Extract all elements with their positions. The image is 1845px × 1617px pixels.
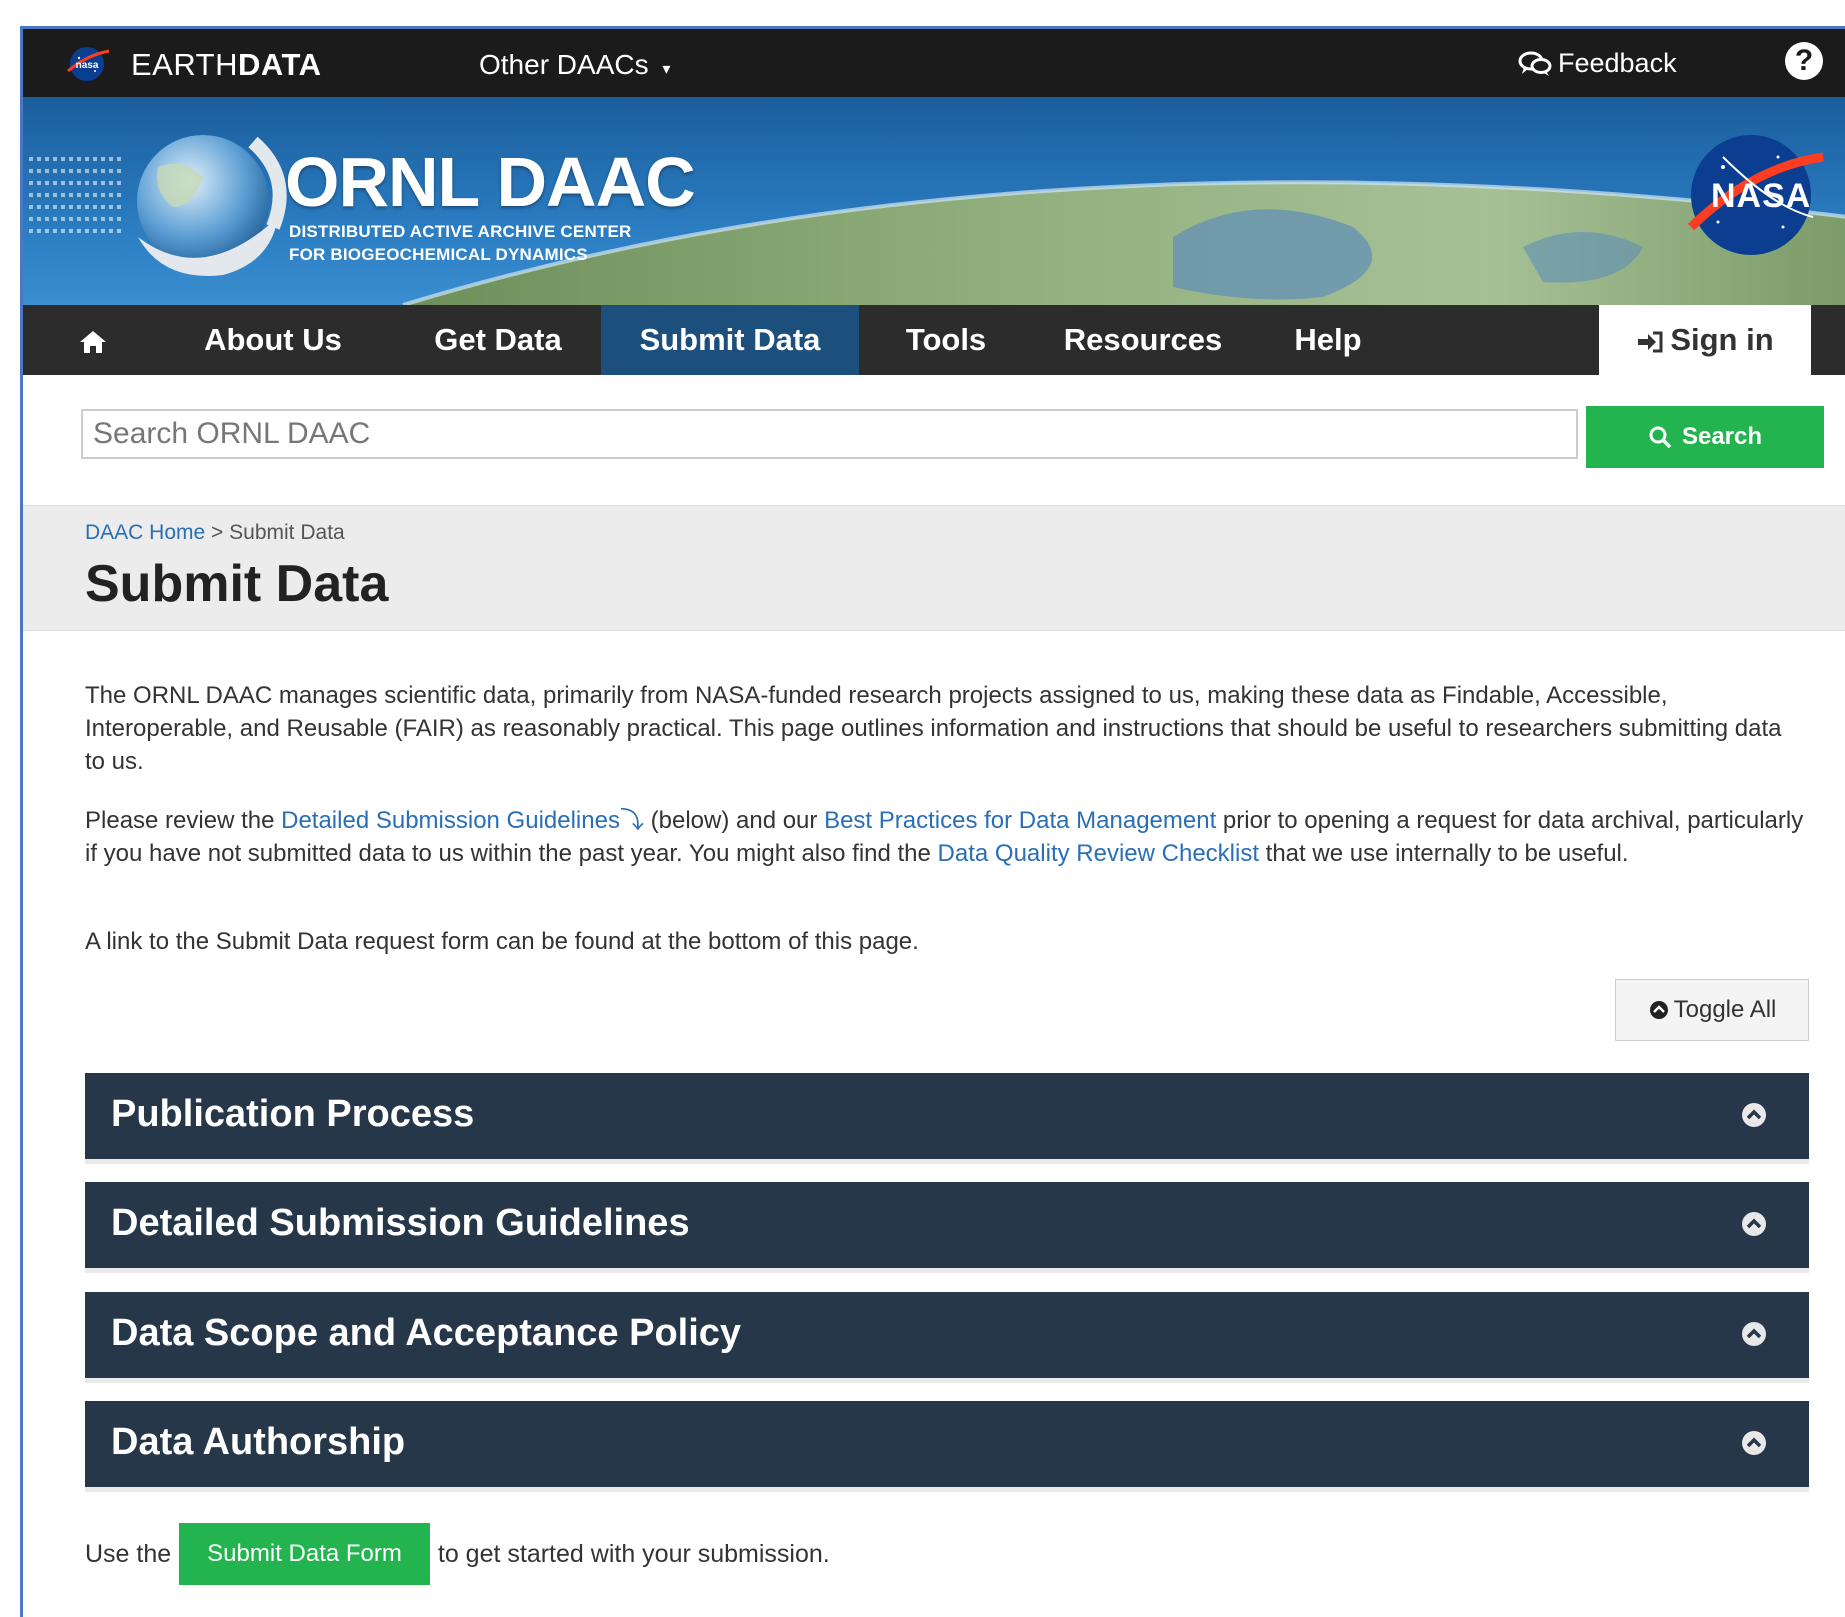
sign-in-button[interactable]: Sign in [1599,305,1811,375]
search-button[interactable]: Search [1586,406,1824,468]
p2-text-b: (below) and our [643,807,825,834]
nav-home[interactable] [63,305,123,375]
ornl-daac-banner: NASA ORNL DAAC DISTRIBUTED ACTIVE ARCHIV… [23,97,1845,305]
p2-text-d: that we use internally to be useful. [1259,840,1629,867]
brand-light: EARTH [131,47,239,82]
nav-tools[interactable]: Tools [891,305,1001,375]
sign-in-label: Sign in [1670,322,1774,357]
accordion-label: Detailed Submission Guidelines [111,1202,690,1244]
form-note-paragraph: A link to the Submit Data request form c… [85,928,919,955]
search-input[interactable] [81,409,1578,459]
help-icon[interactable]: ? [1785,42,1823,80]
chevron-up-circle-icon [1742,1212,1766,1236]
chevron-up-circle-icon [1742,1322,1766,1346]
intro-paragraph: The ORNL DAAC manages scientific data, p… [85,682,1782,775]
feedback-label: Feedback [1558,48,1677,78]
accordion-label: Publication Process [111,1093,475,1135]
ornl-globe-logo [137,135,287,276]
accordion-data-scope-policy[interactable]: Data Scope and Acceptance Policy [85,1292,1809,1383]
toggle-circle-icon [1649,1001,1668,1019]
chevron-up-circle-icon [1742,1431,1766,1455]
quality-checklist-link[interactable]: Data Quality Review Checklist [938,840,1259,867]
caret-down-icon: ▾ [662,61,671,78]
detailed-guidelines-link[interactable]: Detailed Submission Guidelines⤵ [281,807,644,834]
other-daacs-label: Other DAACs [479,49,649,80]
submit-data-form-button[interactable]: Submit Data Form [179,1523,430,1585]
brand-bold: DATA [238,47,322,82]
toggle-all-button[interactable]: Toggle All [1615,979,1809,1041]
nav-about-us[interactable]: About Us [183,305,363,375]
other-daacs-dropdown[interactable]: Other DAACs ▾ [479,49,670,81]
nasa-meatball-icon[interactable]: nasa [65,43,111,83]
earthdata-brand[interactable]: EARTHDATA [131,47,322,83]
page-title: Submit Data [85,555,389,613]
breadcrumb: DAAC Home > Submit Data [85,521,345,545]
earthdata-topbar: nasa EARTHDATA Other DAACs ▾ Feedback ? [23,29,1845,97]
search-button-label: Search [1681,423,1763,450]
accordion-label: Data Authorship [111,1421,406,1463]
chevron-up-circle-icon [1742,1103,1766,1127]
accordion-publication-process[interactable]: Publication Process [85,1073,1809,1164]
accordion-data-authorship[interactable]: Data Authorship [85,1401,1809,1492]
main-nav: About Us Get Data Submit Data Tools Reso… [23,305,1845,375]
toggle-all-label: Toggle All [1673,996,1777,1023]
ornl-daac-title[interactable]: ORNL DAAC [285,147,696,217]
search-icon [1649,426,1672,449]
ornl-daac-subtitle-2: FOR BIOGEOCHEMICAL DYNAMICS [289,245,588,264]
ornl-daac-subtitle-1: DISTRIBUTED ACTIVE ARCHIVE CENTER [289,222,632,241]
nav-get-data[interactable]: Get Data [423,305,573,375]
breadcrumb-separator: > [211,521,224,544]
footer-text-after: to get started with your submission. [437,1539,830,1568]
sign-in-icon [1638,331,1663,353]
browser-page: nasa EARTHDATA Other DAACs ▾ Feedback ? [20,26,1845,1617]
breadcrumb-current: Submit Data [229,521,345,544]
accordion-label: Data Scope and Acceptance Policy [111,1312,742,1354]
chat-bubbles-icon [1518,51,1552,76]
nav-submit-data[interactable]: Submit Data [601,305,859,375]
nasa-logo-text: NASA [1711,177,1812,215]
p2-text-a: Please review the [85,807,282,834]
best-practices-link[interactable]: Best Practices for Data Management [824,807,1216,834]
footer-text-before: Use the [85,1539,172,1568]
feedback-link[interactable]: Feedback [1518,48,1677,79]
detailed-guidelines-link-label: Detailed Submission Guidelines [281,807,620,834]
jump-down-icon: ⤵ [619,807,644,834]
breadcrumb-home-link[interactable]: DAAC Home [85,521,205,544]
submit-form-line: Use the Submit Data Form to get started … [85,1523,830,1585]
nav-resources[interactable]: Resources [1053,305,1233,375]
home-icon [80,330,106,353]
accordion-detailed-submission-guidelines[interactable]: Detailed Submission Guidelines [85,1182,1809,1273]
review-paragraph: Please review the Detailed Submission Gu… [85,804,1805,870]
page-header: DAAC Home > Submit Data Submit Data [23,505,1845,631]
nav-help[interactable]: Help [1273,305,1383,375]
svg-text:nasa: nasa [76,60,99,71]
